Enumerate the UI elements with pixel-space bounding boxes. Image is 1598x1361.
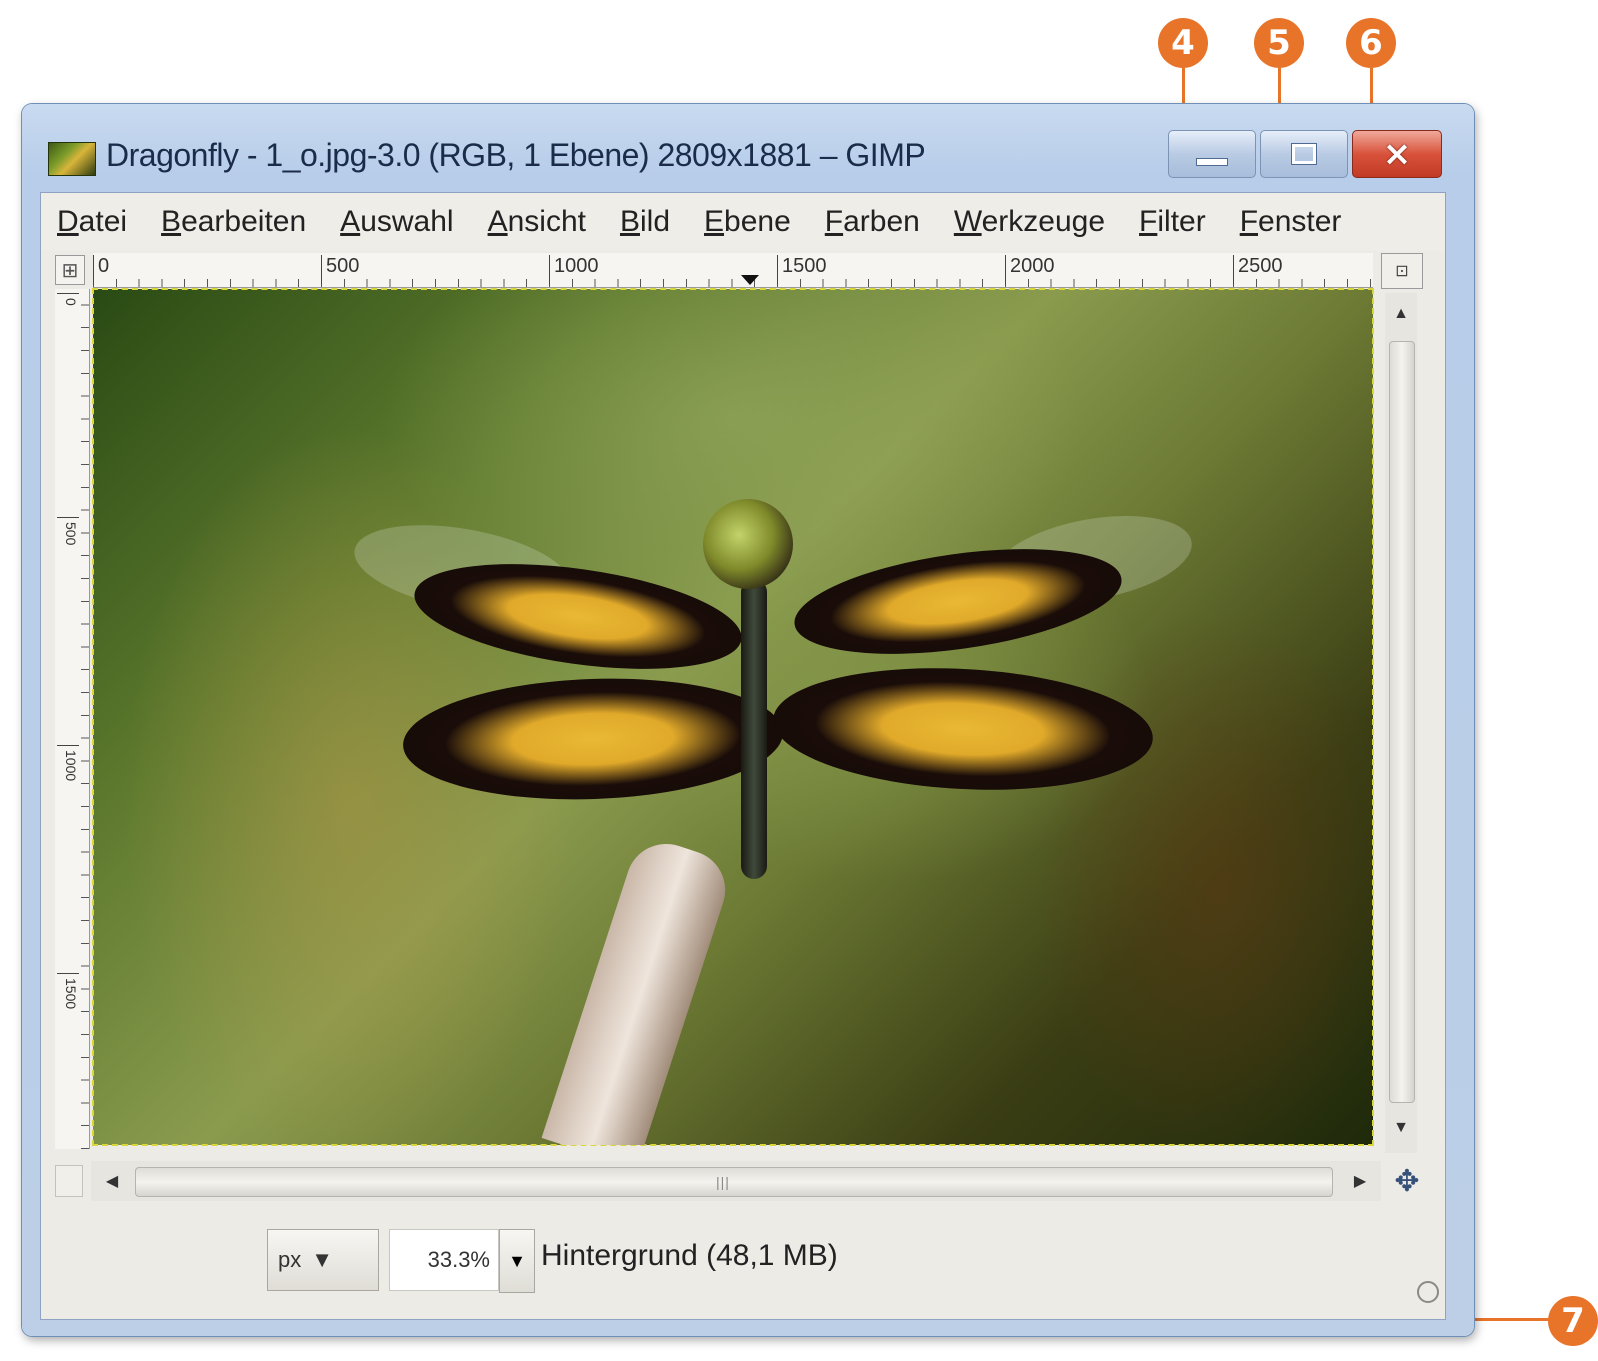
menu-filter[interactable]: Filter bbox=[1139, 205, 1206, 239]
layer-info: Hintergrund (48,1 MB) bbox=[541, 1239, 838, 1272]
scroll-down-icon[interactable]: ▼ bbox=[1385, 1113, 1417, 1143]
photo-dragonfly-body bbox=[741, 579, 767, 879]
photo-wing-back-right bbox=[770, 659, 1156, 799]
minimize-button[interactable] bbox=[1168, 130, 1256, 178]
menu-datei[interactable]: Datei bbox=[57, 205, 127, 239]
ruler-h-label: 2000 bbox=[1005, 255, 1055, 285]
scroll-left-icon[interactable]: ◀ bbox=[97, 1161, 127, 1201]
horizontal-scrollbar[interactable]: ◀ ||| ▶ bbox=[91, 1161, 1381, 1201]
statusbar-toggle-icon[interactable] bbox=[55, 1165, 83, 1197]
callout-6: 6 bbox=[1346, 18, 1396, 68]
menu-werkzeuge[interactable]: Werkzeuge bbox=[954, 205, 1105, 239]
image-window-client: Datei Bearbeiten Auswahl Ansicht Bild Eb… bbox=[40, 192, 1446, 1320]
ruler-h-label: 0 bbox=[93, 255, 109, 285]
image-canvas[interactable] bbox=[92, 288, 1374, 1146]
close-button[interactable]: × bbox=[1352, 130, 1442, 178]
scroll-up-icon[interactable]: ▲ bbox=[1385, 299, 1417, 329]
photo-wing-front-left bbox=[407, 546, 749, 687]
chevron-down-icon: ▼ bbox=[311, 1247, 334, 1272]
photo-branch bbox=[541, 833, 736, 1145]
photo-wing-back-left bbox=[401, 672, 785, 806]
minimize-icon bbox=[1196, 158, 1228, 166]
vertical-scroll-thumb[interactable] bbox=[1389, 341, 1415, 1103]
menu-farben[interactable]: Farben bbox=[825, 205, 920, 239]
menu-ansicht[interactable]: Ansicht bbox=[488, 205, 586, 239]
resize-grip-icon[interactable] bbox=[1417, 1281, 1439, 1303]
menu-bild[interactable]: Bild bbox=[620, 205, 670, 239]
menu-auswahl[interactable]: Auswahl bbox=[340, 205, 453, 239]
ruler-h-label: 1500 bbox=[777, 255, 827, 285]
ruler-h-label: 1000 bbox=[549, 255, 599, 285]
move-cross-icon[interactable]: ✥ bbox=[1391, 1165, 1423, 1198]
status-bar: px ▼ 33.3% ▼ Hintergrund (48,1 MB) bbox=[41, 1207, 1445, 1307]
unit-select[interactable]: px ▼ bbox=[267, 1229, 379, 1291]
ruler-v-label: 0 bbox=[57, 293, 79, 306]
callout-5: 5 bbox=[1254, 18, 1304, 68]
photo-dragonfly-head bbox=[703, 499, 793, 589]
ruler-v-label: 1000 bbox=[57, 745, 79, 781]
callout-4: 4 bbox=[1158, 18, 1208, 68]
grip-icon: ||| bbox=[716, 1174, 730, 1190]
zoom-follow-button[interactable]: ⊡ bbox=[1381, 253, 1423, 289]
photo-wing-front-right bbox=[787, 531, 1129, 672]
zoom-value: 33.3% bbox=[427, 1247, 490, 1272]
menu-ebene[interactable]: Ebene bbox=[704, 205, 791, 239]
gimp-app-icon bbox=[48, 142, 96, 176]
vertical-ruler[interactable]: 0 500 1000 1500 bbox=[55, 289, 90, 1149]
callout-7: 7 bbox=[1548, 1296, 1598, 1346]
ruler-h-label: 2500 bbox=[1233, 255, 1283, 285]
ruler-v-label: 500 bbox=[57, 517, 79, 545]
scroll-right-icon[interactable]: ▶ bbox=[1345, 1161, 1375, 1201]
close-icon: × bbox=[1382, 134, 1412, 174]
unit-value: px bbox=[278, 1247, 302, 1272]
menu-bar: Datei Bearbeiten Auswahl Ansicht Bild Eb… bbox=[41, 193, 1445, 251]
ruler-v-label: 1500 bbox=[57, 973, 79, 1009]
horizontal-scroll-thumb[interactable]: ||| bbox=[135, 1167, 1333, 1197]
quick-mask-icon[interactable]: ⊞ bbox=[55, 255, 85, 285]
menu-bearbeiten[interactable]: Bearbeiten bbox=[161, 205, 306, 239]
gimp-image-window: Dragonfly - 1_o.jpg-3.0 (RGB, 1 Ebene) 2… bbox=[22, 104, 1474, 1336]
horizontal-ruler[interactable]: 0 500 1000 1500 2000 2500 bbox=[93, 253, 1373, 288]
chevron-down-icon: ▼ bbox=[508, 1250, 526, 1271]
window-title: Dragonfly - 1_o.jpg-3.0 (RGB, 1 Ebene) 2… bbox=[106, 137, 926, 173]
zoom-input[interactable]: 33.3% bbox=[389, 1229, 499, 1291]
vertical-scrollbar[interactable]: ▲ ▼ bbox=[1385, 293, 1417, 1153]
pointer-position-marker bbox=[741, 275, 759, 285]
maximize-button[interactable] bbox=[1260, 130, 1348, 178]
ruler-h-label: 500 bbox=[321, 255, 359, 285]
menu-fenster[interactable]: Fenster bbox=[1240, 205, 1342, 239]
zoom-dropdown-button[interactable]: ▼ bbox=[499, 1229, 535, 1293]
title-bar[interactable]: Dragonfly - 1_o.jpg-3.0 (RGB, 1 Ebene) 2… bbox=[22, 104, 1474, 192]
maximize-icon bbox=[1291, 143, 1317, 165]
